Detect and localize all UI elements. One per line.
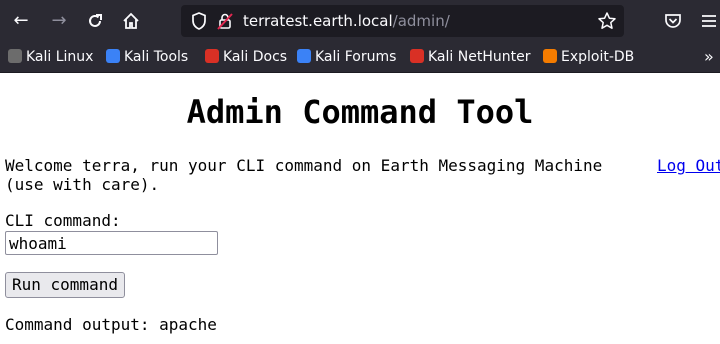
cli-command-input[interactable] [5, 231, 218, 255]
bookmark-kali-tools[interactable]: Kali Tools [106, 42, 188, 72]
command-output: Command output: apache [5, 315, 217, 334]
insecure-lock-icon[interactable] [215, 11, 235, 31]
cli-command-label: CLI command: [5, 211, 121, 230]
kali-dragon-icon [8, 49, 22, 63]
url-host: terratest.earth.local [243, 12, 393, 30]
bookmark-kali-nethunter[interactable]: Kali NetHunter [410, 42, 530, 72]
welcome-line-2: (use with care). [5, 175, 160, 194]
kali-forums-icon [297, 49, 311, 63]
reload-icon[interactable] [83, 9, 107, 33]
page-title: Admin Command Tool [186, 93, 534, 131]
bookmarks-bar: Kali Linux Kali Tools Kali Docs Kali For… [0, 42, 720, 73]
back-arrow-icon[interactable]: ← [9, 9, 33, 33]
forward-arrow-icon[interactable]: → [47, 9, 71, 33]
bookmark-kali-forums[interactable]: Kali Forums [297, 42, 396, 72]
welcome-line-1: Welcome terra, run your CLI command on E… [5, 156, 603, 175]
logout-link[interactable]: Log Out [657, 156, 720, 175]
browser-toolbar: ← → terratest.earth.local/admin/ [0, 0, 720, 42]
url-bar[interactable]: terratest.earth.local/admin/ [181, 5, 624, 37]
kali-docs-icon [205, 49, 219, 63]
bookmark-kali-docs[interactable]: Kali Docs [205, 42, 287, 72]
kali-tools-icon [106, 49, 120, 63]
pocket-icon[interactable] [661, 9, 685, 33]
exploit-db-icon [543, 49, 557, 63]
bookmark-exploit-db[interactable]: Exploit-DB [543, 42, 634, 72]
bookmark-kali-linux[interactable]: Kali Linux [8, 42, 93, 72]
run-command-button[interactable]: Run command [5, 272, 125, 298]
bookmark-star-icon[interactable] [597, 11, 617, 31]
welcome-message: Welcome terra, run your CLI command on E… [5, 156, 645, 194]
kali-nethunter-icon [410, 49, 424, 63]
shield-icon[interactable] [189, 11, 209, 31]
home-icon[interactable] [119, 9, 143, 33]
url-path: /admin/ [392, 12, 450, 30]
bookmarks-overflow-icon[interactable]: » [704, 42, 714, 72]
menu-icon[interactable] [697, 9, 720, 33]
url-text[interactable]: terratest.earth.local/admin/ [243, 5, 450, 37]
